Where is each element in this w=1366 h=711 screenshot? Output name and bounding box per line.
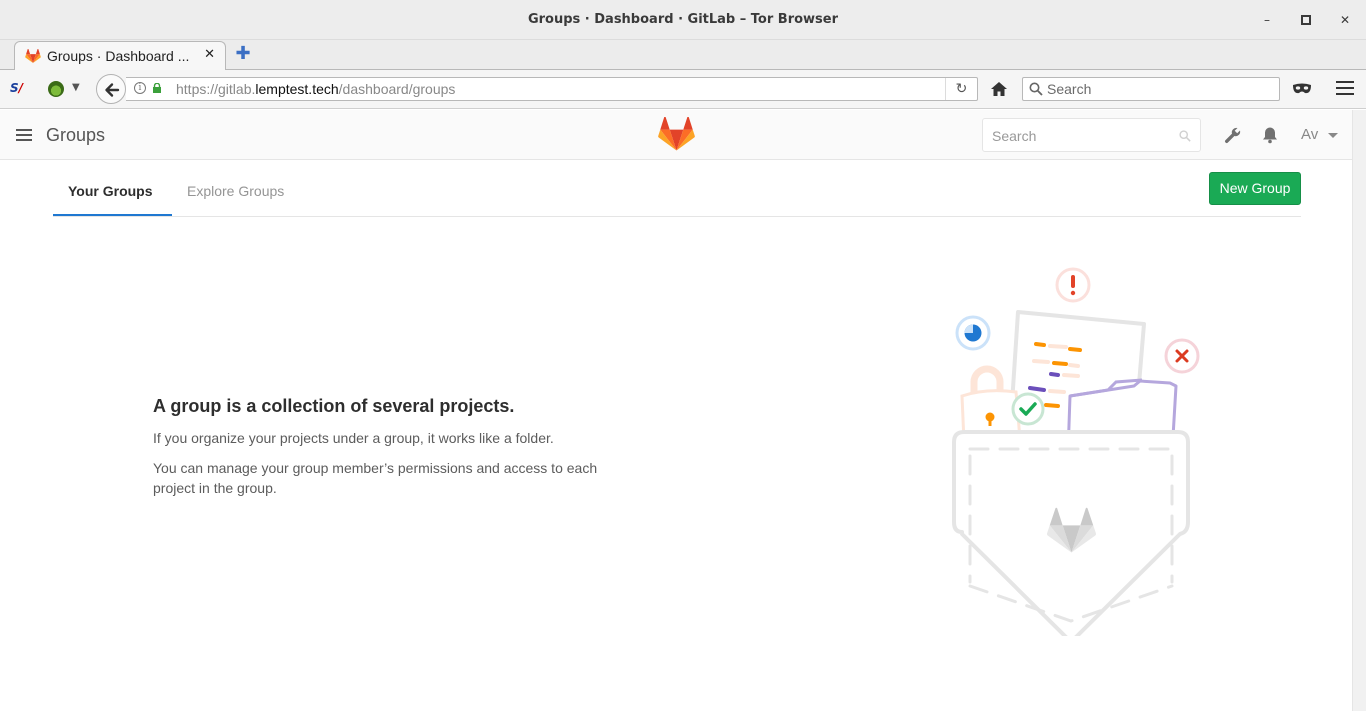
tab-explore-groups[interactable]: Explore Groups [187, 183, 284, 199]
close-window-button[interactable]: ✕ [1333, 8, 1357, 32]
groups-tabs: Your Groups Explore Groups New Group [53, 160, 1301, 217]
minimize-button[interactable]: – [1255, 8, 1279, 32]
empty-state-line1: If you organize your projects under a gr… [153, 430, 554, 446]
tor-onion-icon[interactable] [48, 81, 64, 97]
chevron-down-icon[interactable] [1328, 133, 1338, 138]
gitlab-header: Groups Search Av [0, 110, 1352, 160]
maximize-button[interactable] [1294, 8, 1318, 32]
active-tab-indicator [53, 214, 172, 216]
gitlab-logo-icon[interactable] [658, 117, 695, 151]
home-icon[interactable] [988, 79, 1010, 99]
exclamation-icon [1055, 267, 1091, 303]
maximize-icon [1301, 15, 1311, 25]
search-icon [1179, 130, 1191, 142]
bell-icon[interactable] [1261, 126, 1279, 144]
empty-state-heading: A group is a collection of several proje… [153, 396, 515, 416]
gitlab-search-input[interactable]: Search [982, 118, 1201, 152]
chevron-down-icon[interactable]: ▼ [72, 82, 80, 93]
browser-search-bar[interactable]: Search [1022, 77, 1280, 101]
url-path: /dashboard/groups [338, 81, 456, 97]
wrench-icon[interactable] [1224, 126, 1242, 144]
tab-close-icon[interactable]: ✕ [204, 47, 215, 62]
browser-menu-button[interactable] [1336, 81, 1354, 97]
pocket-graphic [952, 430, 1190, 636]
browser-toolbar: S/ ▼ i https://gitlab.lemptest.tech/dash… [0, 70, 1366, 109]
search-icon [1029, 82, 1043, 96]
browser-tab-label: Groups · Dashboard ... [47, 48, 190, 64]
avatar[interactable]: Av [1301, 126, 1318, 143]
back-arrow-icon [105, 83, 120, 97]
groups-empty-illustration [952, 267, 1200, 636]
gitlab-search-placeholder: Search [992, 128, 1037, 144]
check-icon [1011, 392, 1045, 426]
browser-search-placeholder: Search [1047, 81, 1092, 97]
url-domain: lemptest.tech [255, 81, 339, 97]
window-title: Groups · Dashboard · GitLab – Tor Browse… [527, 12, 839, 27]
reload-icon[interactable]: ↻ [945, 78, 977, 100]
tab-your-groups[interactable]: Your Groups [68, 183, 153, 199]
gitlab-favicon-icon [25, 49, 41, 63]
empty-state-text: A group is a collection of several proje… [153, 396, 633, 508]
url-bar[interactable]: i https://gitlab.lemptest.tech/dashboard… [126, 77, 978, 101]
mask-icon[interactable] [1292, 82, 1312, 96]
hamburger-icon[interactable] [16, 129, 32, 143]
noscript-icon[interactable]: S/ [10, 81, 28, 97]
info-icon[interactable]: i [134, 82, 146, 94]
lock-icon[interactable] [152, 83, 162, 93]
page-title: Groups [46, 125, 106, 145]
close-icon [1164, 338, 1200, 374]
back-button[interactable] [96, 74, 126, 104]
page-content: Groups Search Av Your Groups Explore Gro… [0, 110, 1352, 711]
page-scrollbar[interactable] [1352, 110, 1366, 711]
new-tab-button[interactable]: ✚ [234, 45, 252, 63]
url-prefix: https://gitlab. [176, 81, 256, 97]
window-titlebar: Groups · Dashboard · GitLab – Tor Browse… [0, 0, 1366, 40]
empty-state-line2: You can manage your group member’s permi… [153, 460, 598, 496]
browser-tab[interactable]: Groups · Dashboard ... ✕ [14, 41, 226, 71]
new-group-button[interactable]: New Group [1209, 172, 1301, 205]
pie-chart-icon [955, 315, 991, 351]
url-text[interactable]: https://gitlab.lemptest.tech/dashboard/g… [176, 81, 455, 97]
browser-tab-strip: Groups · Dashboard ... ✕ ✚ [0, 40, 1366, 71]
